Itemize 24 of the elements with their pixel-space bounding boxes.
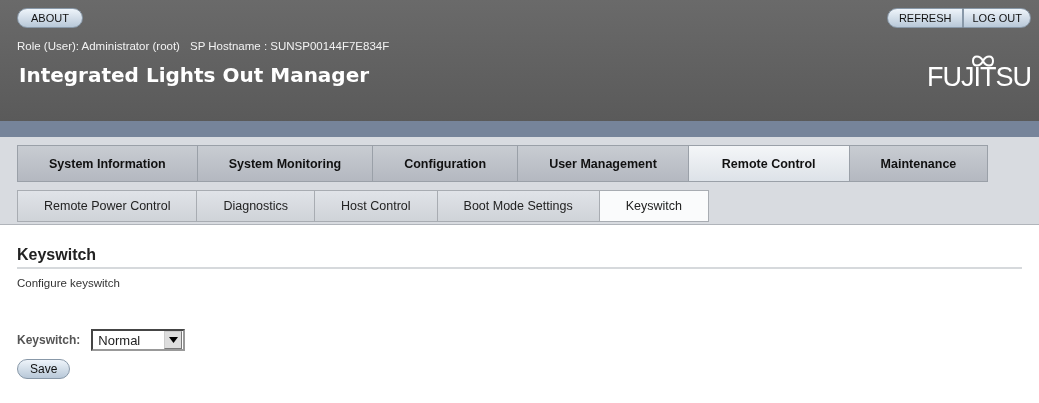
page-heading: Keyswitch xyxy=(17,246,1022,269)
caret-icon xyxy=(168,337,178,343)
sub-tab[interactable]: Keyswitch xyxy=(598,190,709,222)
field-label: Keyswitch: xyxy=(17,333,81,347)
nav-tab[interactable]: Remote Control xyxy=(687,145,849,182)
sub-tab[interactable]: Diagnostics xyxy=(196,190,315,222)
nav-tab[interactable]: Configuration xyxy=(372,145,518,182)
nav-tab[interactable]: System Monitoring xyxy=(196,145,373,182)
save-button[interactable]: Save xyxy=(17,359,71,379)
logout-button[interactable]: LOG OUT xyxy=(963,8,1031,28)
about-button[interactable]: ABOUT xyxy=(17,8,83,28)
nav-tab[interactable]: Maintenance xyxy=(848,145,989,182)
keyswitch-dropdown[interactable]: Normal xyxy=(91,329,186,351)
nav-tab[interactable]: User Management xyxy=(517,145,688,182)
role-text: Role (User): Administrator (root) xyxy=(17,40,180,52)
hostname-text: SP Hostname : SUNSP00144F7E834F xyxy=(189,40,390,52)
logo: FUJITSU xyxy=(927,54,1031,93)
page-description: Configure keyswitch xyxy=(17,277,121,289)
sub-tab[interactable]: Remote Power Control xyxy=(17,190,197,222)
app-title: Integrated Lights Out Manager xyxy=(19,63,370,87)
sub-tab[interactable]: Boot Mode Settings xyxy=(436,190,599,222)
refresh-button[interactable]: REFRESH xyxy=(886,8,964,28)
sub-tab[interactable]: Host Control xyxy=(314,190,437,222)
nav-tab[interactable]: System Information xyxy=(17,145,197,182)
